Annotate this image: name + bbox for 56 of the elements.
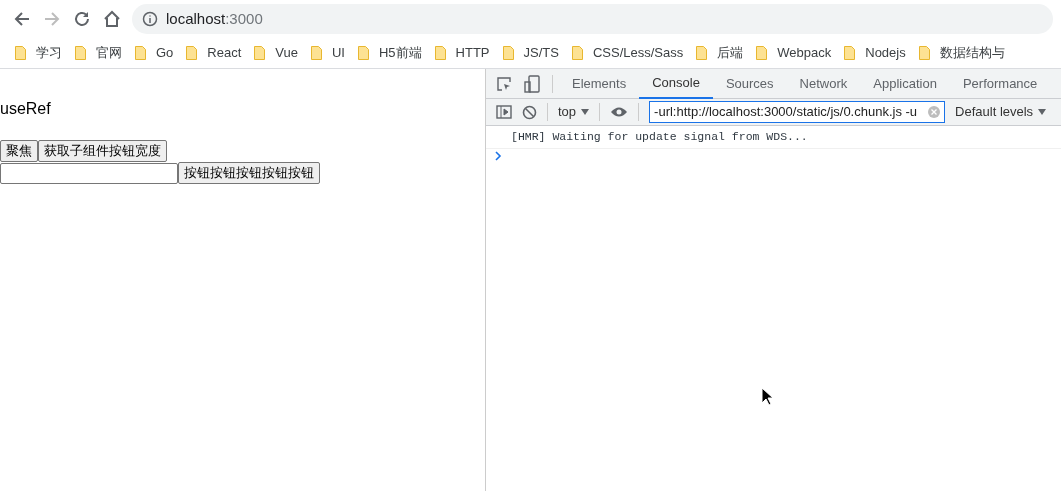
filter-input[interactable]: -url:http://localhost:3000/static/js/0.chunk.js -u [649, 101, 946, 123]
bookmark-link[interactable]: CSS/Less/Sass [592, 43, 684, 63]
dropdown-triangle-icon [1038, 109, 1047, 115]
bookmark-link[interactable]: React [207, 43, 242, 63]
bookmark-link[interactable]: Go [156, 43, 174, 63]
folder-icon [844, 46, 856, 60]
bookmark-link[interactable]: Vue [275, 43, 298, 63]
clear-console-icon[interactable] [522, 104, 537, 120]
devtools-tab[interactable]: Performance [949, 68, 1051, 99]
folder-icon [502, 46, 514, 60]
folder-icon [75, 46, 86, 60]
bookmark-link[interactable]: 官网 [96, 43, 122, 63]
console-message: [HMR] Waiting for update signal from WDS... [511, 129, 808, 146]
bookmark-link[interactable]: 学习 [36, 43, 62, 63]
text-input[interactable] [0, 163, 178, 184]
url-text: localhost:3000 [166, 8, 263, 29]
page-button[interactable]: 获取子组件按钮宽度 [38, 140, 167, 162]
devtools-tab[interactable]: Network [786, 68, 861, 99]
bookmark-link[interactable]: JS/TS [523, 43, 559, 63]
bookmark-link[interactable]: 数据结构与 [939, 43, 1005, 63]
bookmark-link[interactable]: Nodejs [865, 43, 906, 63]
bookmark-link[interactable]: Webpack [777, 43, 832, 63]
eye-icon[interactable] [610, 106, 629, 118]
home-icon[interactable] [102, 9, 122, 29]
folder-icon [571, 46, 583, 60]
folder-icon [696, 46, 708, 60]
reload-icon[interactable] [72, 9, 92, 29]
inspect-icon[interactable] [496, 75, 512, 92]
sidebar-toggle-icon[interactable] [496, 105, 512, 119]
bookmark-link[interactable]: UI [331, 43, 345, 63]
folder-icon [434, 46, 446, 60]
bookmark-link[interactable]: HTTP [455, 43, 490, 63]
folder-icon [357, 46, 369, 60]
folder-icon [310, 46, 322, 60]
folder-icon [254, 46, 266, 60]
dropdown-triangle-icon [581, 109, 590, 115]
folder-icon [918, 46, 930, 60]
child-button[interactable]: 按钮按钮按钮按钮按钮 [178, 162, 320, 184]
prompt-chevron-icon [494, 151, 502, 161]
device-icon[interactable] [524, 74, 540, 93]
bookmark-link[interactable]: 后端 [717, 43, 744, 63]
address-bar[interactable]: localhost:3000 [132, 4, 1053, 34]
levels-dropdown[interactable]: Default levels [955, 102, 1047, 122]
page-heading: useRef [0, 99, 52, 119]
devtools-tab[interactable]: Sources [712, 68, 787, 99]
devtools-tab[interactable]: Elements [559, 68, 640, 99]
page-button[interactable]: 聚焦 [0, 140, 38, 162]
context-dropdown[interactable]: top [558, 102, 590, 122]
info-icon [142, 11, 158, 27]
folder-icon [15, 46, 26, 60]
folder-icon [135, 46, 146, 60]
folder-icon [756, 46, 768, 60]
folder-icon [186, 46, 198, 60]
bookmark-link[interactable]: H5前端 [378, 43, 422, 63]
mouse-cursor-icon [761, 387, 773, 406]
devtools-tab[interactable]: Application [860, 68, 950, 99]
